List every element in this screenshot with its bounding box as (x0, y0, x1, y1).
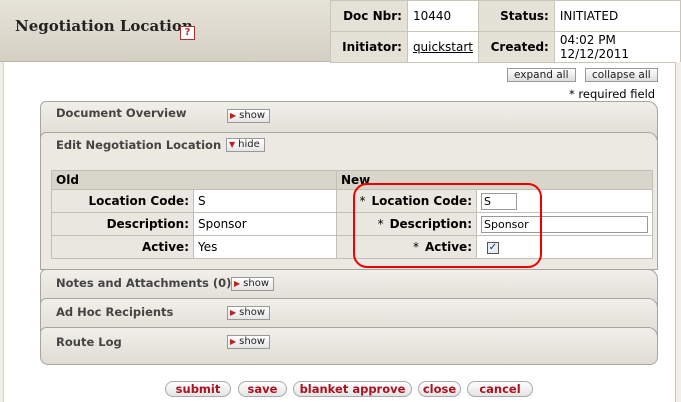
required-star: * (359, 194, 366, 208)
old-column-header: Old (51, 170, 337, 190)
active-checkbox[interactable]: ✓ (487, 241, 499, 254)
new-location-code-label: Location Code: (371, 194, 473, 208)
new-active-label: Active: (424, 240, 472, 254)
status-value: INITIATED (553, 0, 681, 32)
notes-show-button[interactable]: ▶ show (231, 277, 275, 291)
description-input[interactable]: Sponsor (481, 215, 648, 233)
doc-nbr-value: 10440 (406, 0, 480, 32)
doc-nbr-label: Doc Nbr: (330, 0, 408, 32)
old-active-value: Yes (193, 235, 337, 259)
tab-route-log: Route Log ▶ show (40, 327, 658, 365)
created-value: 04:02 PM 12/12/2011 (553, 31, 681, 63)
adhoc-show-button[interactable]: ▶ show (227, 306, 271, 320)
tab-route-log-label: Route Log (56, 335, 122, 349)
old-location-code-label: Location Code: (51, 189, 194, 213)
page-title: Negotiation Location (15, 17, 193, 35)
status-label: Status: (478, 0, 555, 32)
document-header: Negotiation Location ? (0, 0, 330, 62)
help-icon[interactable]: ? (180, 26, 195, 40)
new-column-header: New (336, 170, 653, 190)
submit-button[interactable]: submit (165, 381, 231, 397)
tab-document-overview-label: Document Overview (56, 106, 187, 120)
created-label: Created: (478, 31, 555, 63)
close-button[interactable]: close (418, 381, 461, 397)
old-location-code-value: S (193, 189, 337, 213)
edit-location-table: Old New Location Code: S * Location Code:… (51, 170, 653, 259)
collapse-all-button[interactable]: collapse all (585, 68, 658, 82)
required-field-note: * required field (569, 87, 656, 101)
expand-all-button[interactable]: expand all (507, 68, 576, 82)
old-description-label: Description: (51, 212, 194, 236)
required-star: * (412, 240, 419, 254)
triangle-right-icon: ▶ (234, 279, 241, 288)
tab-adhoc-label: Ad Hoc Recipients (56, 305, 174, 319)
old-description-value: Sponsor (193, 212, 337, 236)
initiator-label: Initiator: (330, 31, 408, 63)
table-row: Location Code: S * Location Code: S (51, 189, 653, 213)
left-border (0, 62, 4, 402)
right-border (675, 62, 681, 402)
route-log-show-button[interactable]: ▶ show (227, 335, 271, 349)
save-button[interactable]: save (238, 381, 287, 397)
old-active-label: Active: (51, 235, 194, 259)
table-row: Description: Sponsor * Description: Spons… (51, 212, 653, 236)
triangle-right-icon: ▶ (230, 111, 237, 120)
tab-edit-label: Edit Negotiation Location (56, 138, 222, 152)
tab-notes-label: Notes and Attachments (0) (56, 276, 232, 290)
triangle-right-icon: ▶ (230, 337, 237, 346)
cancel-button[interactable]: cancel (467, 381, 533, 397)
blanket-approve-button[interactable]: blanket approve (293, 381, 412, 397)
location-code-input[interactable]: S (481, 192, 517, 210)
new-description-label: Description: (389, 217, 472, 231)
document-overview-show-button[interactable]: ▶ show (227, 109, 271, 123)
initiator-link[interactable]: quickstart (413, 40, 473, 54)
triangle-down-icon: ▼ (229, 140, 236, 149)
edit-hide-button[interactable]: ▼ hide (226, 138, 265, 152)
required-star: * (377, 217, 384, 231)
document-info-table: Doc Nbr: 10440 Status: INITIATED Initiat… (330, 0, 681, 63)
table-row: Active: Yes * Active: ✓ (51, 235, 653, 259)
triangle-right-icon: ▶ (230, 308, 237, 317)
